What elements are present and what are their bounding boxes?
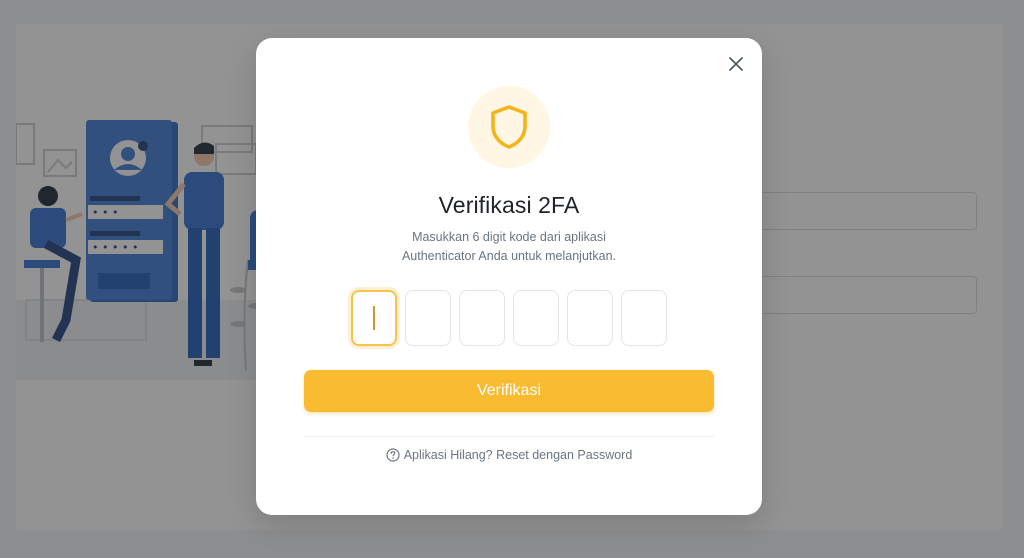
otp-digit-5[interactable]	[567, 290, 613, 346]
text-caret	[373, 306, 375, 330]
close-icon	[729, 57, 743, 71]
otp-digit-3[interactable]	[459, 290, 505, 346]
modal-title: Verifikasi 2FA	[438, 192, 580, 218]
reset-with-password-link[interactable]: Aplikasi Hilang? Reset dengan Password	[256, 448, 762, 462]
two-factor-modal: Verifikasi 2FA Masukkan 6 digit kode dar…	[256, 38, 762, 515]
divider	[304, 436, 714, 437]
otp-digit-2[interactable]	[405, 290, 451, 346]
otp-input-group	[351, 290, 667, 346]
modal-subtitle: Masukkan 6 digit kode dari aplikasi Auth…	[356, 228, 662, 266]
reset-link-label: Aplikasi Hilang? Reset dengan Password	[403, 448, 633, 462]
verify-button[interactable]: Verifikasi	[304, 370, 714, 412]
otp-digit-6[interactable]	[621, 290, 667, 346]
otp-digit-4[interactable]	[513, 290, 559, 346]
subtitle-line-1: Masukkan 6 digit kode dari aplikasi	[412, 230, 606, 244]
shield-icon	[491, 105, 527, 149]
shield-badge	[468, 86, 550, 168]
close-button[interactable]	[726, 54, 746, 74]
otp-digit-1[interactable]	[351, 290, 397, 346]
subtitle-line-2: Authenticator Anda untuk melanjutkan.	[401, 249, 617, 263]
question-circle-icon	[386, 448, 400, 462]
